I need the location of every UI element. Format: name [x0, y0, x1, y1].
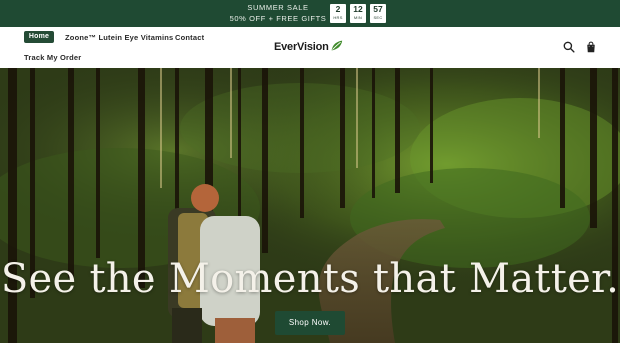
- nav-contact[interactable]: Contact: [175, 33, 204, 42]
- site-header: Home Zoone™ Lutein Eye Vitamins Contact …: [0, 27, 620, 68]
- search-icon[interactable]: [563, 41, 575, 53]
- promo-text: SUMMER SALE 50% OFF + FREE GIFTS: [228, 3, 328, 24]
- site-logo[interactable]: EverVision: [274, 40, 343, 53]
- timer-seconds-value: 57: [373, 4, 383, 14]
- hero-title: See the Moments that Matter.: [0, 256, 620, 302]
- leaf-icon: [331, 40, 342, 50]
- announcement-bar: SUMMER SALE 50% OFF + FREE GIFTS 2 HRS 1…: [0, 0, 620, 27]
- promo-line-1: SUMMER SALE: [247, 3, 309, 12]
- nav-track-order[interactable]: Track My Order: [24, 53, 81, 62]
- timer-seconds: 57 SEC: [370, 4, 386, 23]
- hero-banner: See the Moments that Matter. Shop Now.: [0, 68, 620, 343]
- timer-minutes-value: 12: [353, 4, 363, 14]
- shopping-bag-icon[interactable]: [585, 41, 597, 53]
- shop-now-button[interactable]: Shop Now.: [275, 311, 345, 335]
- nav-home[interactable]: Home: [24, 31, 54, 43]
- timer-minutes: 12 MIN: [350, 4, 366, 23]
- promo-line-2: 50% OFF + FREE GIFTS: [229, 13, 327, 23]
- timer-hours: 2 HRS: [330, 4, 346, 23]
- timer-hours-value: 2: [335, 4, 341, 14]
- nav-zoone-vitamins[interactable]: Zoone™ Lutein Eye Vitamins: [65, 33, 173, 42]
- timer-hours-label: HRS: [333, 15, 343, 20]
- countdown-timer: 2 HRS 12 MIN 57 SEC: [330, 4, 386, 23]
- timer-minutes-label: MIN: [353, 15, 363, 20]
- timer-seconds-label: SEC: [373, 15, 383, 20]
- logo-text: EverVision: [274, 41, 329, 53]
